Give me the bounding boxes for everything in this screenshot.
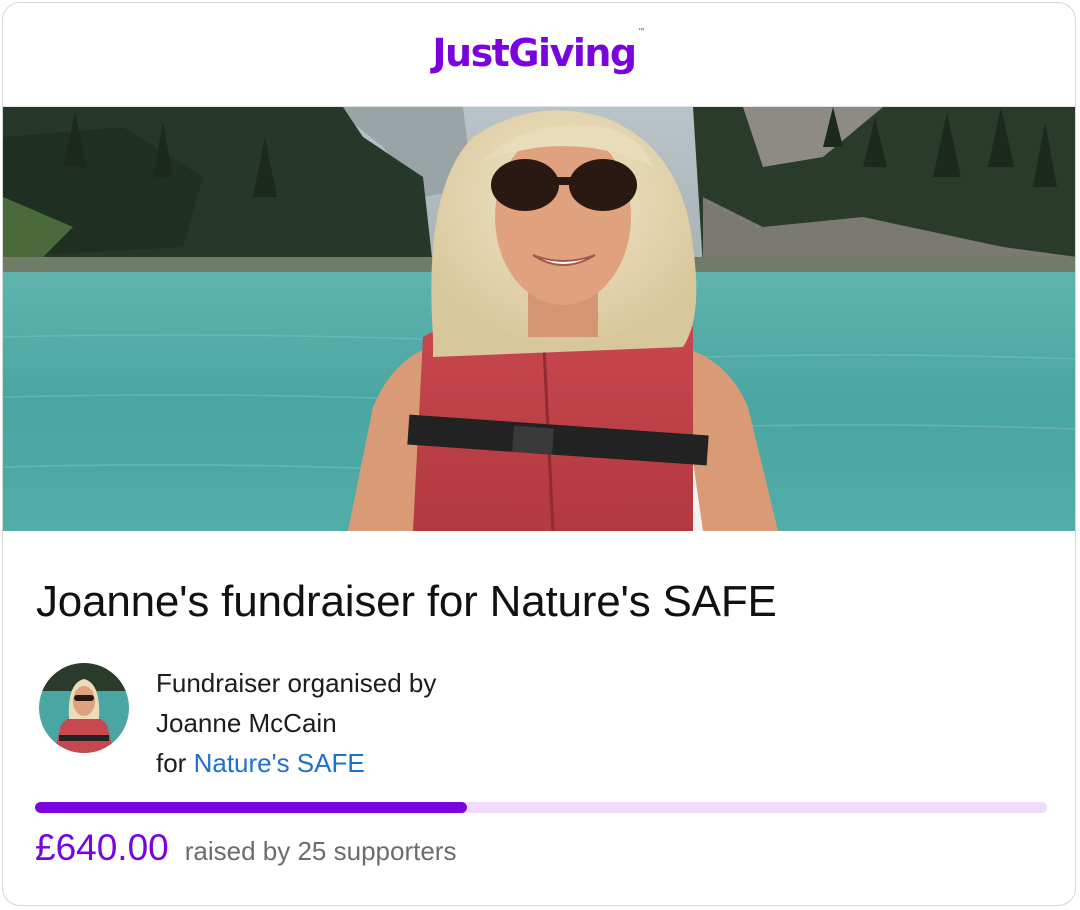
hero-photo-illustration [3,107,1075,531]
organised-by-label: Fundraiser organised by [156,668,437,698]
organiser-avatar [39,663,129,753]
progress-bar [35,802,1047,813]
fundraiser-card[interactable]: JustGiving ™ Joanne's fundraiser for Nat… [2,2,1076,906]
organiser-name: Joanne McCain [156,708,337,738]
progress-bar-fill [35,802,468,813]
organiser-info: Fundraiser organised by Joanne McCain fo… [156,663,436,783]
charity-link[interactable]: Nature's SAFE [194,748,365,778]
fundraiser-title: Joanne's fundraiser for Nature's SAFE [36,577,777,626]
supporters-count: raised by 25 supporters [184,836,457,866]
justgiving-logo[interactable]: JustGiving ™ [432,27,645,75]
charity-line: for Nature's SAFE [156,743,436,783]
amount-raised: £640.00 [35,827,169,868]
for-label: for [156,748,187,778]
avatar-photo [39,663,129,753]
header: JustGiving ™ [3,3,1075,107]
hero-photo [3,107,1075,531]
amount-raised-row: £640.00 raised by 25 supporters [35,827,456,869]
